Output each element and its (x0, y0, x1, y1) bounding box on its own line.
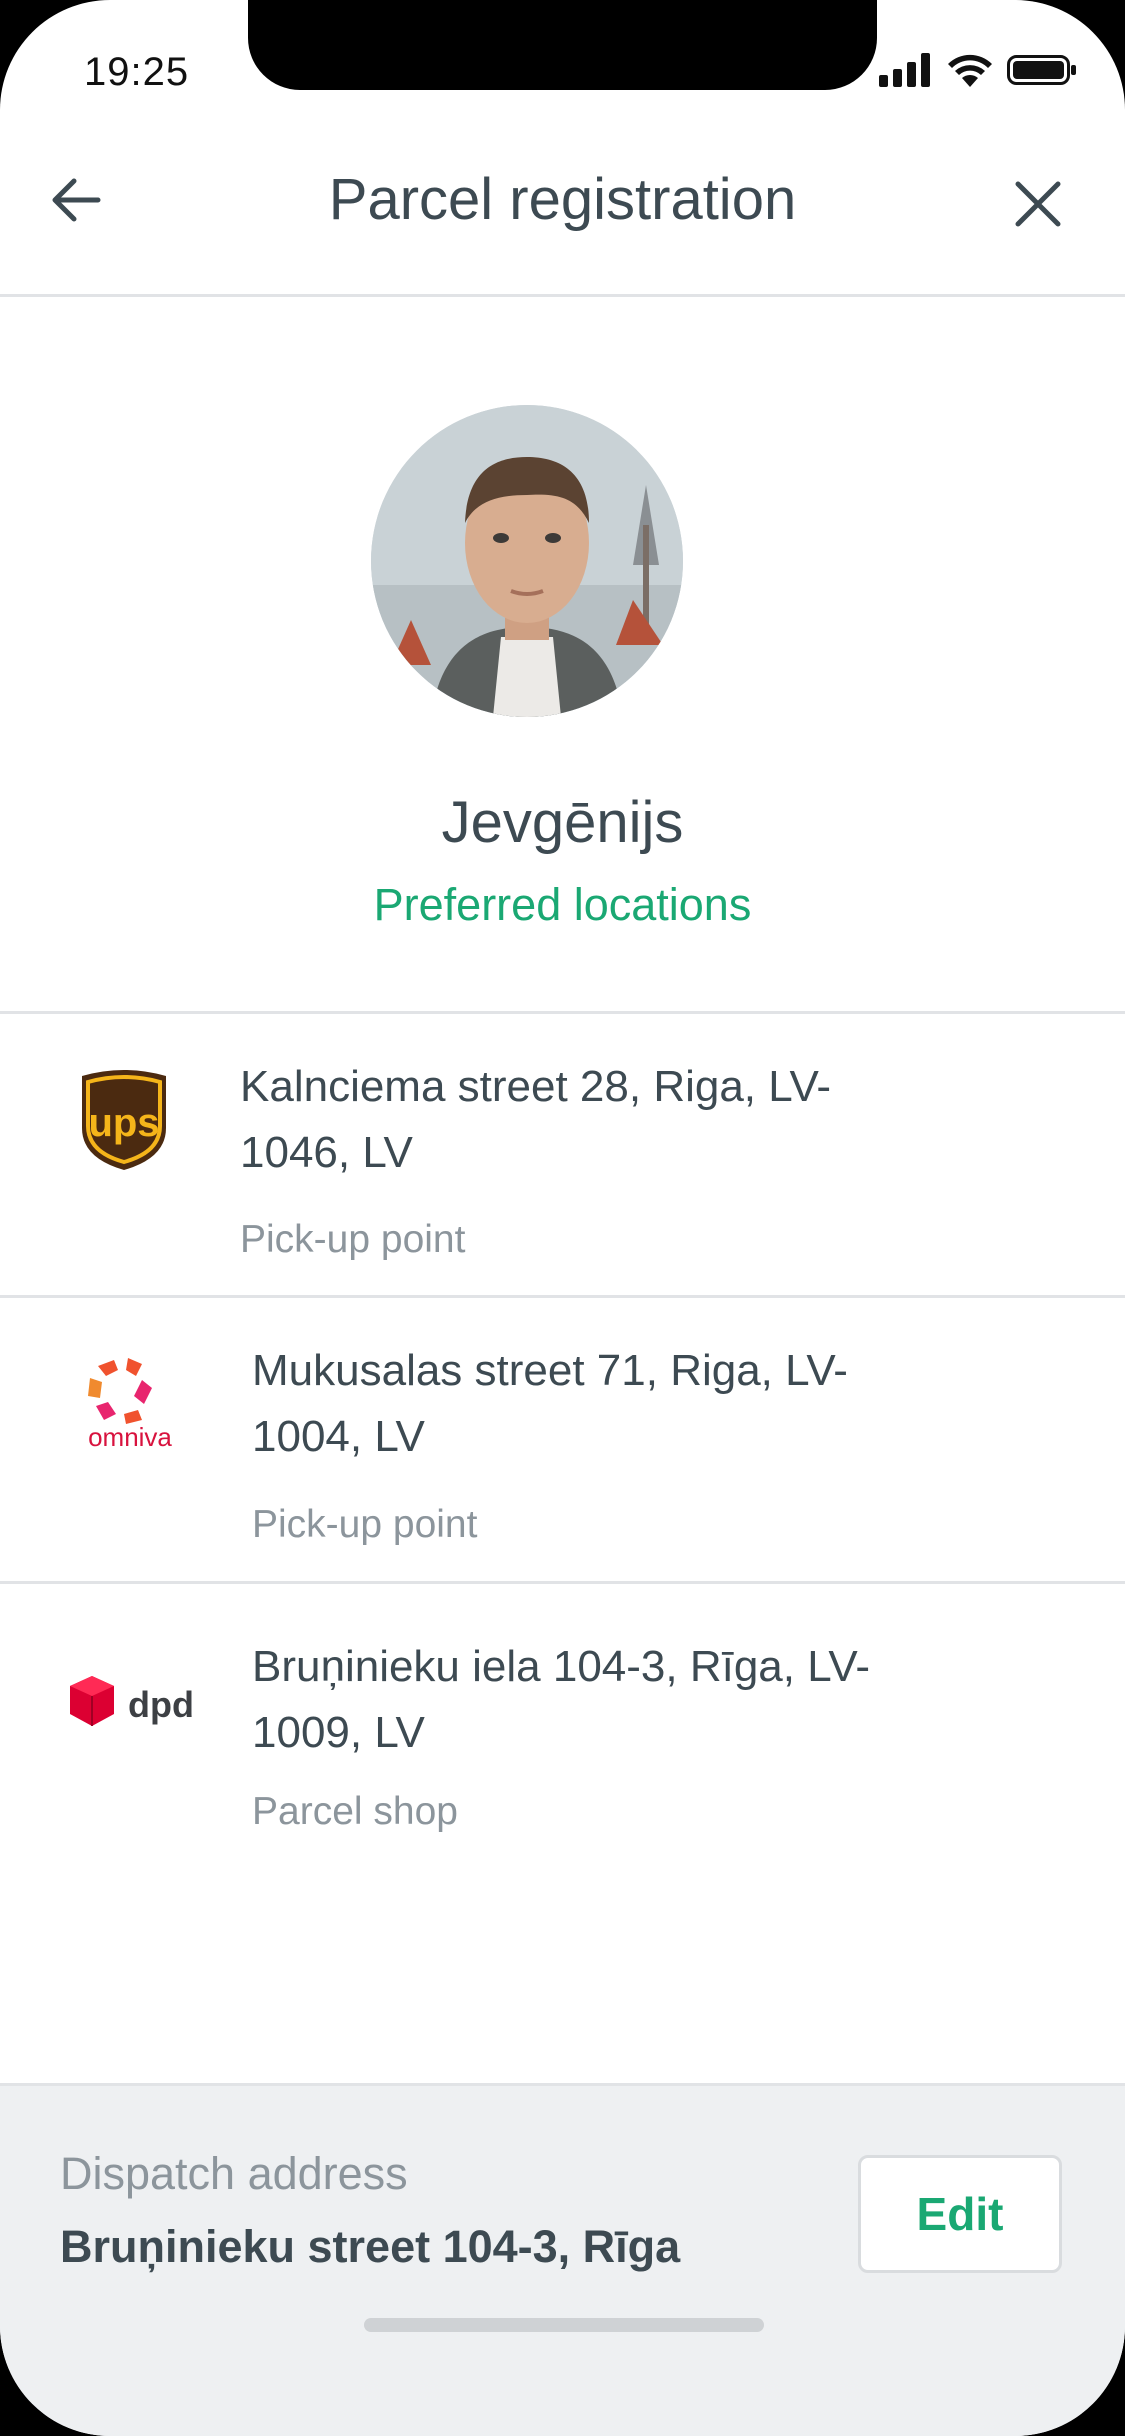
dispatch-address-value: Bruņinieku street 104-3, Rīga (60, 2221, 681, 2272)
location-item-ups[interactable]: ups Kalnciema street 28, Riga, LV-1046, … (0, 1014, 1125, 1298)
omniva-logo-icon: omniva (88, 1358, 172, 1448)
header: Parcel registration (0, 90, 1125, 297)
edit-button[interactable]: Edit (858, 2155, 1062, 2273)
home-indicator[interactable] (364, 2318, 764, 2332)
dispatch-footer: Dispatch address Bruņinieku street 104-3… (0, 2083, 1125, 2436)
svg-text:omniva: omniva (88, 1422, 172, 1448)
status-icons (879, 50, 1077, 90)
location-address: Kalnciema street 28, Riga, LV-1046, LV (240, 1062, 832, 1177)
avatar (371, 405, 683, 717)
close-icon[interactable] (1010, 176, 1066, 232)
profile-section: Jevgēnijs Preferred locations (0, 297, 1125, 1014)
phone-screen: 19:25 Parcel registration Jevgēnijs Pref… (0, 0, 1125, 2436)
dispatch-address-label: Dispatch address (60, 2148, 408, 2199)
location-type: Pick-up point (240, 1218, 466, 1261)
location-address: Mukusalas street 71, Riga, LV-1004, LV (252, 1346, 848, 1461)
status-time: 19:25 (84, 50, 190, 94)
location-type: Parcel shop (252, 1790, 458, 1833)
svg-text:ups: ups (88, 1101, 159, 1145)
ups-logo-icon: ups (82, 1070, 166, 1170)
location-address: Bruņinieku iela 104-3, Rīga, LV-1009, LV (252, 1642, 870, 1757)
location-item-omniva[interactable]: omniva Mukusalas street 71, Riga, LV-100… (0, 1298, 1125, 1584)
page-title: Parcel registration (328, 167, 797, 232)
svg-text:dpd: dpd (128, 1684, 194, 1725)
wifi-icon (948, 54, 992, 87)
user-name: Jevgēnijs (441, 790, 684, 855)
notch (248, 0, 877, 90)
location-item-dpd[interactable]: dpd Bruņinieku iela 104-3, Rīga, LV-1009… (0, 1584, 1125, 1884)
battery-icon (1007, 55, 1076, 85)
preferred-locations-link[interactable]: Preferred locations (0, 879, 1125, 931)
location-type: Pick-up point (252, 1503, 478, 1546)
signal-icon (879, 53, 930, 87)
dpd-logo-icon: dpd (70, 1676, 194, 1726)
